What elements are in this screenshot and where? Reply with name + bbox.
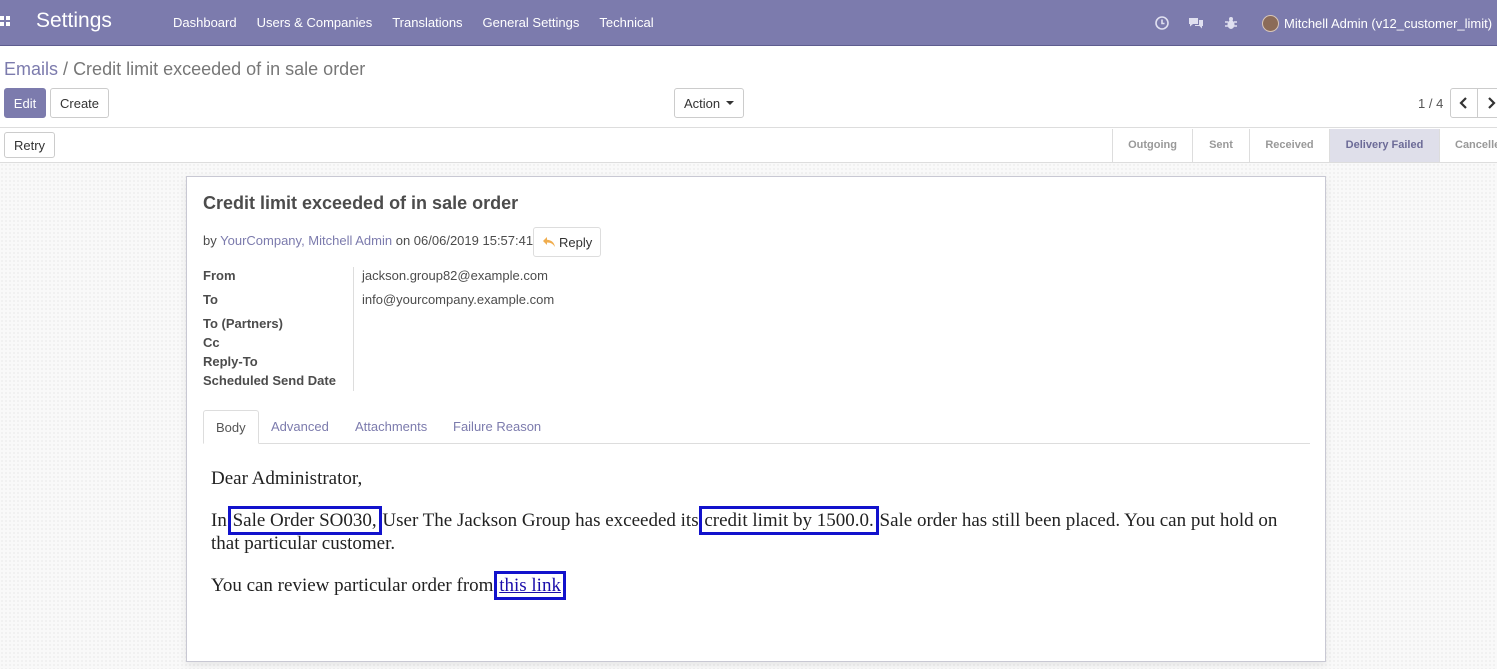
- breadcrumb-current: Credit limit exceeded of in sale order: [73, 59, 366, 79]
- form-statusbar: Retry Outgoing Sent Received Delivery Fa…: [0, 129, 1497, 163]
- chat-icon[interactable]: [1188, 15, 1204, 31]
- stage-outgoing[interactable]: Outgoing: [1112, 129, 1192, 162]
- menu-users-companies[interactable]: Users & Companies: [247, 0, 383, 46]
- bug-icon[interactable]: [1223, 15, 1239, 31]
- stage-cancelled[interactable]: Cancelled: [1439, 129, 1497, 162]
- tab-advanced[interactable]: Advanced: [259, 410, 341, 444]
- email-subject: Credit limit exceeded of in sale order: [203, 193, 519, 213]
- email-body: Dear Administrator, In Sale Order SO030,…: [211, 467, 1301, 616]
- tab-attachments[interactable]: Attachments: [343, 410, 439, 444]
- order-link[interactable]: this link: [499, 575, 561, 596]
- from-value: jackson.group82@example.com: [362, 268, 548, 283]
- p2-prefix: You can review particular order from: [211, 575, 494, 596]
- menu-general-settings[interactable]: General Settings: [473, 0, 590, 46]
- pager-previous-button[interactable]: [1450, 88, 1478, 118]
- body-paragraph-1: In Sale Order SO030, User The Jackson Gr…: [211, 506, 1301, 555]
- to-partners-label: To (Partners): [203, 316, 283, 331]
- menu-technical[interactable]: Technical: [589, 0, 663, 46]
- breadcrumb-emails[interactable]: Emails: [4, 59, 58, 79]
- breadcrumb-separator: /: [63, 59, 69, 79]
- email-date: on 06/06/2019 15:57:41: [395, 233, 534, 248]
- tab-body[interactable]: Body: [203, 410, 259, 444]
- stage-sent[interactable]: Sent: [1192, 129, 1249, 162]
- pager-value[interactable]: 1 / 4: [1418, 96, 1443, 111]
- email-byline: by YourCompany, Mitchell Admin on 06/06/…: [203, 233, 533, 248]
- app-title: Settings: [36, 9, 112, 32]
- field-separator: [353, 267, 354, 391]
- byline-prefix: by: [203, 233, 217, 248]
- user-name: Mitchell Admin (v12_customer_limit): [1284, 15, 1493, 31]
- caret-down-icon: [726, 101, 735, 105]
- body-paragraph-2: You can review particular order from thi…: [211, 571, 1301, 600]
- cc-label: Cc: [203, 335, 220, 350]
- tab-failure-reason[interactable]: Failure Reason: [441, 410, 553, 444]
- credit-limit-amount: credit limit by 1500.0.: [699, 506, 879, 535]
- greeting: Dear Administrator,: [211, 468, 363, 489]
- control-panel: Emails / Credit limit exceeded of in sal…: [0, 46, 1497, 128]
- create-button[interactable]: Create: [50, 88, 110, 118]
- breadcrumb: Emails / Credit limit exceeded of in sal…: [4, 59, 365, 80]
- reply-to-label: Reply-To: [203, 354, 258, 369]
- author-link[interactable]: YourCompany, Mitchell Admin: [220, 233, 392, 248]
- main-menu: Dashboard Users & Companies Translations…: [163, 0, 664, 46]
- pager-next-button[interactable]: [1477, 88, 1497, 118]
- action-dropdown[interactable]: Action: [674, 88, 745, 118]
- user-menu[interactable]: Mitchell Admin (v12_customer_limit): [1262, 13, 1492, 33]
- menu-translations[interactable]: Translations: [382, 0, 472, 46]
- chevron-left-icon: [1459, 97, 1467, 109]
- reply-label: Reply: [559, 234, 593, 250]
- edit-button[interactable]: Edit: [4, 88, 46, 118]
- top-navbar: Settings Dashboard Users & Companies Tra…: [0, 0, 1497, 46]
- avatar: [1262, 14, 1279, 32]
- email-form-sheet: Credit limit exceeded of in sale order b…: [186, 176, 1326, 662]
- notebook-tabs: Body Advanced Attachments Failure Reason: [203, 410, 1310, 444]
- p1-middle: User The Jackson Group has exceeded its: [382, 510, 699, 531]
- action-label: Action: [684, 95, 721, 111]
- menu-dashboard[interactable]: Dashboard: [163, 0, 247, 46]
- scheduled-send-date-label: Scheduled Send Date: [203, 373, 336, 388]
- reply-icon: [543, 237, 555, 247]
- p1-prefix: In: [211, 510, 227, 531]
- from-label: From: [203, 268, 236, 283]
- to-value: info@yourcompany.example.com: [362, 292, 555, 307]
- reply-button[interactable]: Reply: [533, 227, 602, 257]
- stage-received[interactable]: Received: [1249, 129, 1329, 162]
- order-link-highlight: this link: [494, 571, 566, 600]
- chevron-right-icon: [1488, 97, 1496, 109]
- apps-menu-icon[interactable]: [0, 16, 12, 28]
- to-label: To: [203, 292, 218, 307]
- clock-icon[interactable]: [1154, 15, 1170, 31]
- retry-button[interactable]: Retry: [4, 132, 56, 158]
- sale-order-ref: Sale Order SO030,: [227, 506, 382, 535]
- stage-delivery-failed[interactable]: Delivery Failed: [1329, 129, 1439, 162]
